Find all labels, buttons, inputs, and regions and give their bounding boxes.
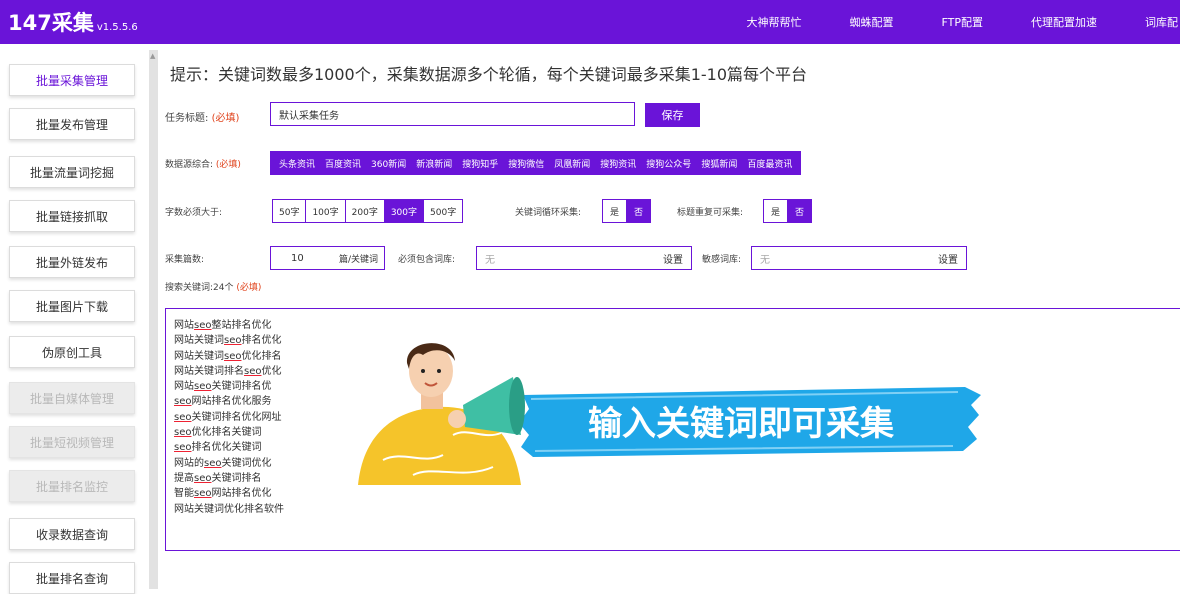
banner-text: 输入关键词即可采集 (588, 404, 894, 444)
source-sohu[interactable]: 搜狐新闻 (696, 157, 742, 170)
source-baidu[interactable]: 百度资讯 (320, 157, 366, 170)
source-sogou-zhihu[interactable]: 搜狗知乎 (457, 157, 503, 170)
sources-bar: 头条资讯 百度资讯 360新闻 新浪新闻 搜狗知乎 搜狗微信 凤凰新闻 搜狗资讯… (270, 151, 801, 175)
count-input[interactable]: 10 篇/关键词 (270, 246, 385, 270)
sources-label-text: 数据源综合: (165, 160, 213, 170)
nav-spider-config[interactable]: 蜘蛛配置 (826, 14, 918, 30)
app-brand: 147采集v1.5.5.6 (8, 7, 138, 37)
count-value: 10 (291, 253, 304, 264)
person-hand (448, 410, 466, 428)
wordcount-200[interactable]: 200字 (346, 200, 385, 222)
keyword-line: 网站seo整站排名优化 (174, 318, 1172, 333)
title-repeat-no[interactable]: 否 (788, 200, 811, 222)
sidebar-item-image-download[interactable]: 批量图片下载 (9, 290, 135, 322)
sidebar-item-media-manage: 批量自媒体管理 (9, 382, 135, 414)
sidebar-item-pseudo-original[interactable]: 伪原创工具 (9, 336, 135, 368)
source-sogou-weixin[interactable]: 搜狗微信 (503, 157, 549, 170)
wordcount-100[interactable]: 100字 (306, 200, 345, 222)
source-toutiao[interactable]: 头条资讯 (274, 157, 320, 170)
brand-name: 147采集 (8, 11, 94, 35)
top-nav: 大神帮帮忙 蜘蛛配置 FTP配置 代理配置加速 词库配 (723, 0, 1180, 44)
keyword-loop-label: 关键词循环采集: (515, 205, 581, 218)
keywords-label-text: 搜索关键词:24个 (165, 283, 234, 293)
sidebar-item-external-links[interactable]: 批量外链发布 (9, 246, 135, 278)
keyword-loop-options: 是 否 (602, 199, 651, 223)
must-include-label: 必须包含词库: (398, 252, 455, 265)
wordcount-300[interactable]: 300字 (385, 200, 424, 222)
source-ifeng[interactable]: 凤凰新闻 (549, 157, 595, 170)
sidebar-item-video-manage: 批量短视频管理 (9, 426, 135, 458)
keyword-line: 网站关键词优化排名软件 (174, 502, 1172, 517)
sidebar-item-batch-publish[interactable]: 批量发布管理 (9, 108, 135, 140)
wordcount-label: 字数必须大于: (165, 205, 222, 218)
source-baidu-latest[interactable]: 百度最资讯 (742, 157, 797, 170)
must-include-set-button[interactable]: 设置 (663, 251, 683, 266)
must-include-input[interactable]: 无 设置 (476, 246, 692, 270)
sidebar-item-link-crawl[interactable]: 批量链接抓取 (9, 200, 135, 232)
task-title-input[interactable]: 默认采集任务 (270, 102, 635, 126)
main-panel: 提示：关键词数最多1000个，采集数据源多个轮循，每个关键词最多采集1-10篇每… (158, 50, 1180, 589)
task-title-label: 任务标题: (必填) (165, 109, 239, 124)
sensitive-input[interactable]: 无 设置 (751, 246, 967, 270)
task-title-value: 默认采集任务 (279, 107, 339, 122)
sources-required: (必填) (216, 160, 241, 170)
hint-text: 提示：关键词数最多1000个，采集数据源多个轮循，每个关键词最多采集1-10篇每… (170, 61, 807, 85)
sidebar-item-rank-query[interactable]: 批量排名查询 (9, 562, 135, 594)
wordcount-50[interactable]: 50字 (273, 200, 306, 222)
count-unit: 篇/关键词 (339, 252, 378, 265)
sidebar-item-traffic-words[interactable]: 批量流量词挖掘 (9, 156, 135, 188)
sidebar-item-batch-collect[interactable]: 批量采集管理 (9, 64, 135, 96)
version-label: v1.5.5.6 (97, 22, 138, 33)
title-repeat-yes[interactable]: 是 (764, 200, 788, 222)
nav-help[interactable]: 大神帮帮忙 (723, 14, 826, 30)
title-repeat-options: 是 否 (763, 199, 812, 223)
nav-proxy-config[interactable]: 代理配置加速 (1007, 14, 1121, 30)
save-button[interactable]: 保存 (645, 103, 700, 127)
keyword-loop-no[interactable]: 否 (627, 200, 650, 222)
sidebar-item-rank-monitor: 批量排名监控 (9, 470, 135, 502)
person-eye-right (437, 369, 441, 373)
promo-banner: 输入关键词即可采集 (353, 335, 983, 495)
source-sina[interactable]: 新浪新闻 (411, 157, 457, 170)
nav-thesaurus-config[interactable]: 词库配 (1121, 14, 1180, 30)
person-eye-left (421, 369, 425, 373)
source-sogou-news[interactable]: 搜狗资讯 (595, 157, 641, 170)
wordcount-500[interactable]: 500字 (424, 200, 462, 222)
top-header: 147采集v1.5.5.6 大神帮帮忙 蜘蛛配置 FTP配置 代理配置加速 词库… (0, 0, 1180, 44)
title-repeat-label: 标题重复可采集: (677, 205, 743, 218)
scroll-up-icon[interactable]: ▲ (150, 52, 155, 60)
sidebar-scrollbar[interactable]: ▲ (149, 50, 158, 589)
keywords-required: (必填) (236, 283, 261, 293)
keywords-label: 搜索关键词:24个 (必填) (165, 280, 261, 293)
sensitive-placeholder: 无 (760, 251, 770, 266)
sensitive-set-button[interactable]: 设置 (938, 251, 958, 266)
nav-ftp-config[interactable]: FTP配置 (918, 14, 1008, 30)
task-title-required: (必填) (212, 113, 240, 124)
source-360[interactable]: 360新闻 (366, 157, 411, 170)
wordcount-options: 50字 100字 200字 300字 500字 (272, 199, 463, 223)
must-include-placeholder: 无 (485, 251, 495, 266)
sources-label: 数据源综合: (必填) (165, 157, 241, 170)
megaphone-bell (509, 377, 525, 435)
task-title-label-text: 任务标题: (165, 113, 208, 124)
keyword-loop-yes[interactable]: 是 (603, 200, 627, 222)
sensitive-label: 敏感词库: (702, 252, 741, 265)
sidebar: 批量采集管理 批量发布管理 批量流量词挖掘 批量链接抓取 批量外链发布 批量图片… (0, 50, 145, 589)
source-sogou-gzh[interactable]: 搜狗公众号 (641, 157, 696, 170)
sidebar-item-index-query[interactable]: 收录数据查询 (9, 518, 135, 550)
count-label: 采集篇数: (165, 252, 204, 265)
